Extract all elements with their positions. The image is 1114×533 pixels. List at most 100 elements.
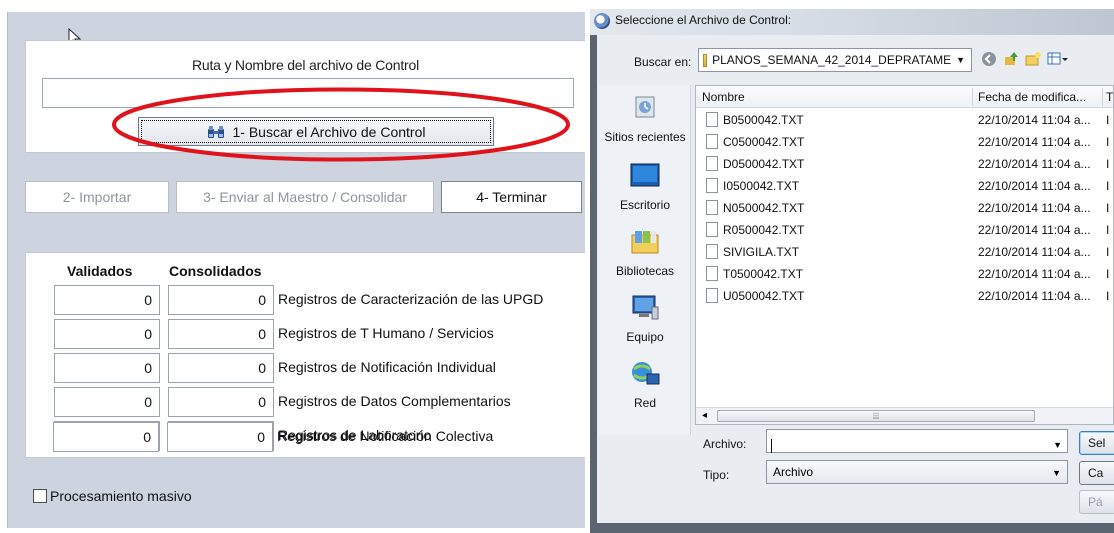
scrollbar-thumb[interactable]: ⦙⦙⦙ bbox=[717, 410, 1035, 422]
file-date: 22/10/2014 11:04 a... bbox=[978, 157, 1091, 171]
panel-spacer bbox=[25, 454, 585, 455]
validados-header: Validados bbox=[67, 263, 133, 279]
control-file-title: Ruta y Nombre del archivo de Control bbox=[191, 57, 420, 73]
back-icon[interactable] bbox=[981, 51, 997, 67]
horizontal-scrollbar[interactable]: ◂ ⦙⦙⦙ bbox=[696, 407, 1113, 424]
place-network[interactable]: Red bbox=[599, 359, 691, 410]
seleccionar-button[interactable]: Sel bbox=[1079, 431, 1114, 455]
file-row[interactable]: B0500042.TXT 22/10/2014 11:04 a... I bbox=[696, 109, 1113, 131]
file-row[interactable]: I0500042.TXT 22/10/2014 11:04 a... I bbox=[696, 175, 1113, 197]
pagina-button[interactable]: Pá bbox=[1079, 490, 1114, 514]
cancelar-button[interactable]: Ca bbox=[1079, 461, 1114, 485]
dialog-body: Buscar en: PLANOS_SEMANA_42_2014_DEPRATA… bbox=[597, 35, 1114, 523]
column-nombre[interactable]: Nombre bbox=[702, 90, 745, 104]
consolidados-field: 0 bbox=[168, 285, 274, 315]
dialog-title: Seleccione el Archivo de Control: bbox=[615, 13, 792, 27]
text-file-icon bbox=[706, 134, 718, 149]
up-folder-icon[interactable] bbox=[1003, 51, 1019, 67]
app-icon bbox=[594, 13, 610, 29]
file-date: 22/10/2014 11:04 a... bbox=[978, 289, 1091, 303]
file-date: 22/10/2014 11:04 a... bbox=[978, 113, 1091, 127]
text-file-icon bbox=[706, 222, 718, 237]
nav-toolbar bbox=[981, 51, 1069, 67]
place-label: Escritorio bbox=[619, 198, 670, 212]
file-name: B0500042.TXT bbox=[723, 113, 804, 127]
file-type: I bbox=[1106, 245, 1110, 259]
chevron-down-icon: ▼ bbox=[1052, 468, 1061, 478]
consolidados-header: Consolidados bbox=[169, 263, 262, 279]
text-file-icon bbox=[706, 266, 718, 281]
file-name: I0500042.TXT bbox=[723, 179, 800, 193]
new-folder-icon[interactable] bbox=[1025, 51, 1041, 67]
folder-select[interactable]: PLANOS_SEMANA_42_2014_DEPRATAME ▼ bbox=[698, 48, 972, 72]
view-menu-icon[interactable] bbox=[1047, 51, 1069, 67]
enviar-consolidar-button[interactable]: 3- Enviar al Maestro / Consolidar bbox=[176, 181, 434, 213]
file-row[interactable]: R0500042.TXT 22/10/2014 11:04 a... I bbox=[696, 219, 1113, 241]
chevron-down-icon: ▼ bbox=[956, 55, 965, 65]
file-type: I bbox=[1106, 179, 1110, 193]
file-type: I bbox=[1106, 113, 1110, 127]
archivo-input[interactable] bbox=[766, 429, 1068, 453]
place-libraries[interactable]: Bibliotecas bbox=[599, 227, 691, 278]
column-separator[interactable] bbox=[972, 88, 973, 106]
computer-icon bbox=[632, 295, 659, 320]
import-window: Ruta y Nombre del archivo de Control 1- … bbox=[0, 0, 585, 533]
text-file-icon bbox=[706, 288, 718, 303]
text-file-icon bbox=[706, 112, 718, 127]
place-recent[interactable]: Sitios recientes bbox=[599, 93, 691, 144]
registro-row: 0 0 Registros de Notificación Individual bbox=[26, 353, 586, 383]
file-row[interactable]: N0500042.TXT 22/10/2014 11:04 a... I bbox=[696, 197, 1113, 219]
place-label: Red bbox=[633, 396, 656, 410]
file-date: 22/10/2014 11:04 a... bbox=[978, 135, 1091, 149]
recent-places-icon bbox=[635, 96, 655, 118]
file-date: 22/10/2014 11:04 a... bbox=[978, 267, 1091, 281]
file-type: I bbox=[1106, 223, 1110, 237]
place-label: Bibliotecas bbox=[615, 264, 675, 278]
file-row[interactable]: SIVIGILA.TXT 22/10/2014 11:04 a... I bbox=[696, 241, 1113, 263]
registro-row: 0 0 Registros de T Humano / Servicios bbox=[26, 319, 586, 349]
validados-field: 0 bbox=[54, 285, 160, 315]
registro-label: Registros de Notificación Colectiva bbox=[277, 428, 494, 444]
text-file-icon bbox=[706, 178, 718, 193]
registro-label: Registros de Datos Complementarios bbox=[278, 393, 511, 409]
dialog-titlebar[interactable]: Seleccione el Archivo de Control: bbox=[590, 9, 1114, 35]
text-file-icon bbox=[706, 156, 718, 171]
column-tipo[interactable]: T bbox=[1106, 90, 1113, 104]
place-computer[interactable]: Equipo bbox=[599, 293, 691, 344]
column-separator[interactable] bbox=[1102, 88, 1103, 106]
tipo-select-value: Archivo bbox=[773, 465, 814, 479]
terminar-button[interactable]: 4- Terminar bbox=[441, 181, 582, 213]
scroll-left-icon[interactable]: ◂ bbox=[702, 410, 707, 421]
consolidados-field: 0 bbox=[168, 353, 274, 383]
text-file-icon bbox=[706, 200, 718, 215]
file-row[interactable]: C0500042.TXT 22/10/2014 11:04 a... I bbox=[696, 131, 1113, 153]
file-row[interactable]: T0500042.TXT 22/10/2014 11:04 a... I bbox=[696, 263, 1113, 285]
file-name: SIVIGILA.TXT bbox=[723, 245, 800, 259]
registro-label: Registros de Notificación Individual bbox=[278, 359, 496, 375]
file-row[interactable]: D0500042.TXT 22/10/2014 11:04 a... I bbox=[696, 153, 1113, 175]
file-open-dialog: Seleccione el Archivo de Control: Buscar… bbox=[590, 9, 1114, 533]
file-list-header: Nombre Fecha de modifica... T bbox=[696, 86, 1113, 108]
file-date: 22/10/2014 11:04 a... bbox=[978, 245, 1091, 259]
importar-button[interactable]: 2- Importar bbox=[25, 181, 169, 213]
network-icon bbox=[632, 362, 660, 385]
procesamiento-masivo-option[interactable]: Procesamiento masivo bbox=[33, 488, 192, 504]
file-name: R0500042.TXT bbox=[723, 223, 805, 237]
place-desktop[interactable]: Escritorio bbox=[599, 161, 691, 212]
file-name: N0500042.TXT bbox=[723, 201, 805, 215]
file-type: I bbox=[1106, 289, 1110, 303]
tipo-select[interactable]: Archivo ▼ bbox=[766, 460, 1068, 484]
file-type: I bbox=[1106, 267, 1110, 281]
file-date: 22/10/2014 11:04 a... bbox=[978, 179, 1091, 193]
column-fecha[interactable]: Fecha de modifica... bbox=[978, 90, 1086, 104]
registro-label: Registros de Caracterización de las UPGD bbox=[278, 291, 544, 307]
file-date: 22/10/2014 11:04 a... bbox=[978, 223, 1091, 237]
place-label: Equipo bbox=[626, 330, 664, 344]
registro-label: Registros de T Humano / Servicios bbox=[278, 325, 494, 341]
folder-icon bbox=[703, 53, 708, 67]
procesamiento-masivo-checkbox[interactable] bbox=[33, 489, 47, 503]
file-name: T0500042.TXT bbox=[723, 267, 804, 281]
file-list: Nombre Fecha de modifica... T B0500042.T… bbox=[695, 85, 1114, 425]
file-row[interactable]: U0500042.TXT 22/10/2014 11:04 a... I bbox=[696, 285, 1113, 307]
tipo-label: Tipo: bbox=[703, 468, 730, 482]
